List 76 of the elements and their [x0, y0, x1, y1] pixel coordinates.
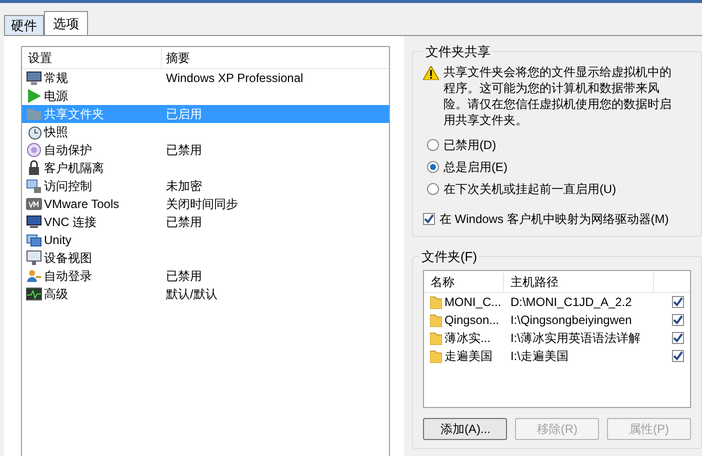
folder-button[interactable]: 添加(A)...: [423, 418, 508, 440]
setting-name: 共享文件夹: [44, 106, 104, 123]
folder-name: MONI_C...: [444, 294, 502, 311]
setting-name: VMware Tools: [44, 196, 120, 213]
setting-summary: 未加密: [165, 178, 202, 195]
monitor-icon: [26, 70, 42, 86]
setting-name: 常规: [44, 70, 68, 87]
clock-icon: [26, 124, 42, 140]
tab[interactable]: 选项: [44, 11, 88, 35]
folder-checkbox[interactable]: [672, 350, 684, 362]
folder-icon: [430, 331, 442, 345]
setting-name: 设备视图: [44, 250, 92, 267]
radio-option[interactable]: 已禁用(D): [427, 136, 691, 154]
radio-option[interactable]: 在下次关机或挂起前一直启用(U): [427, 180, 691, 198]
warning-text: 共享文件夹会将您的文件显示给虚拟机中的程序。这可能为您的计算机和数据带来风险。请仅在您信任虚拟机使用您的数据时启用共享文件夹。: [443, 64, 672, 128]
circle-icon: [26, 142, 42, 158]
setting-name: 高级: [44, 286, 68, 303]
setting-name: 自动登录: [44, 268, 92, 285]
setting-name: Unity: [44, 232, 72, 249]
settings-row[interactable]: 电源: [22, 87, 390, 105]
column-header[interactable]: 设置: [22, 48, 162, 66]
folder-icon: [430, 349, 442, 363]
column-header[interactable]: 摘要: [162, 48, 190, 66]
settings-row[interactable]: 客户机隔离: [22, 159, 390, 177]
folder-path: I:\走遍美国: [509, 348, 570, 365]
settings-row[interactable]: 常规 Windows XP Professional: [22, 69, 390, 87]
monitor-icon: [26, 214, 42, 230]
setting-summary: 已禁用: [165, 214, 202, 231]
folder-path: I:\Qingsongbeiyingwen: [509, 312, 633, 329]
windows-icon: [26, 232, 42, 248]
setting-name: 自动保护: [44, 142, 92, 159]
folder-checkbox[interactable]: [672, 332, 684, 344]
setting-name: VNC 连接: [44, 214, 97, 231]
setting-summary: 默认/默认: [165, 286, 218, 303]
settings-row[interactable]: VMware Tools 关闭时间同步: [22, 195, 390, 213]
folder-icon: [26, 106, 42, 122]
settings-row[interactable]: 自动登录 已禁用: [22, 267, 390, 285]
folder-name: 走遍美国: [444, 348, 492, 365]
radio-option[interactable]: 总是启用(E): [427, 158, 691, 176]
vm-icon: [26, 196, 42, 212]
warning-icon: [423, 66, 440, 80]
setting-name: 客户机隔离: [44, 160, 104, 177]
column-header[interactable]: 名称: [424, 272, 504, 290]
settings-row[interactable]: VNC 连接 已禁用: [22, 213, 390, 231]
setting-summary: 已禁用: [165, 268, 202, 285]
setting-name: 快照: [44, 124, 68, 141]
folder-name: Qingson...: [444, 312, 500, 329]
folder-path: D:\MONI_C1JD_A_2.2: [509, 294, 633, 311]
map-drive-checkbox[interactable]: 在 Windows 客户机中映射为网络驱动器(M): [423, 210, 691, 228]
settings-row[interactable]: 快照: [22, 123, 390, 141]
column-header[interactable]: 主机路径: [504, 272, 654, 290]
monitor-icon: [26, 250, 42, 266]
folder-path: I:\薄冰实用英语语法详解: [509, 330, 642, 347]
settings-row[interactable]: 设备视图: [22, 249, 390, 267]
setting-name: 访问控制: [44, 178, 92, 195]
settings-row[interactable]: 访问控制 未加密: [22, 177, 390, 195]
group-title: 文件夹(F): [420, 248, 478, 266]
setting-summary: 已禁用: [165, 142, 202, 159]
folder-checkbox[interactable]: [672, 296, 684, 308]
checkmark-icon: [424, 214, 434, 224]
folder-name: 薄冰实...: [444, 330, 490, 347]
folder-checkbox[interactable]: [672, 314, 684, 326]
tab[interactable]: 硬件: [4, 15, 44, 35]
setting-summary: 已启用: [165, 106, 202, 123]
folder-icon: [430, 313, 442, 327]
settings-row[interactable]: 自动保护 已禁用: [22, 141, 390, 159]
setting-summary: 关闭时间同步: [165, 196, 238, 213]
chart-icon: [26, 286, 42, 302]
settings-row[interactable]: 高级 默认/默认: [22, 285, 390, 303]
lock-icon: [26, 160, 42, 176]
setting-summary: Windows XP Professional: [165, 70, 304, 87]
group-title: 文件夹共享: [424, 43, 492, 61]
folder-icon: [430, 295, 442, 309]
settings-row[interactable]: Unity: [22, 231, 390, 249]
user-key-icon: [26, 268, 42, 284]
setting-name: 电源: [44, 88, 68, 105]
